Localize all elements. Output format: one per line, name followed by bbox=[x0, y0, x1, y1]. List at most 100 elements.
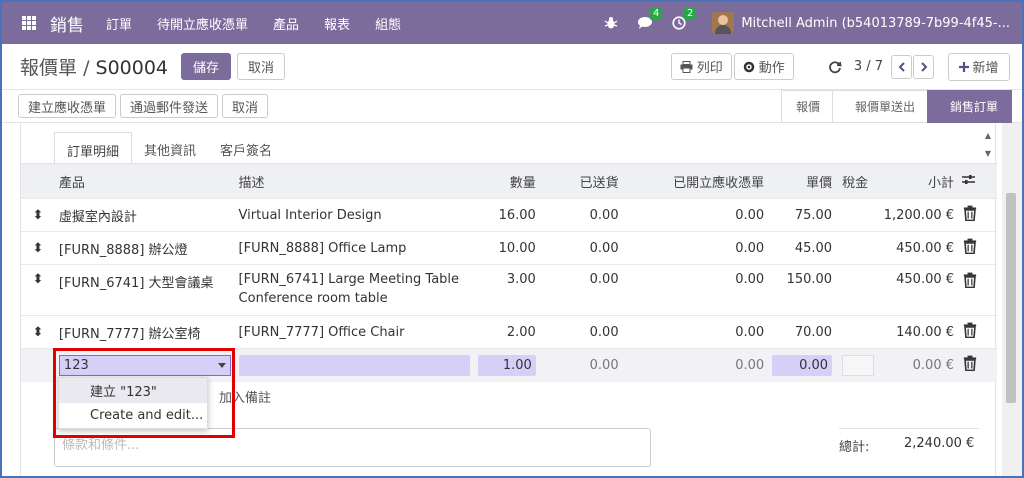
cell-unit-price[interactable]: 150.00 bbox=[768, 264, 837, 316]
cell-taxes[interactable] bbox=[836, 231, 879, 265]
bug-icon[interactable] bbox=[600, 12, 622, 34]
tab-order-lines[interactable]: 訂單明細 bbox=[54, 132, 133, 164]
cell-product[interactable]: 虛擬室內設計 bbox=[54, 198, 235, 232]
delete-line-button[interactable] bbox=[958, 264, 997, 316]
table-row[interactable]: ⬍ [FURN_6741] 大型會議桌 [FURN_6741] Large Me… bbox=[21, 264, 997, 316]
add-note-link[interactable]: 加入備註 bbox=[219, 387, 271, 406]
cell-unit-price[interactable]: 45.00 bbox=[768, 231, 837, 265]
user-menu[interactable]: Mitchell Admin (b54013789-7b99-4f45-... bbox=[741, 16, 1010, 31]
tab-customer-signature[interactable]: 客戶簽名 bbox=[208, 132, 284, 164]
menu-to-invoice[interactable]: 待開立應收憑單 bbox=[157, 14, 248, 33]
cell-delivered: 0.00 bbox=[539, 348, 623, 382]
column-header-subtotal[interactable]: 小計 bbox=[878, 163, 959, 199]
column-header-description[interactable]: 描述 bbox=[234, 163, 474, 199]
table-row[interactable]: ⬍ [FURN_8888] 辦公燈 [FURN_8888] Office Lam… bbox=[21, 231, 997, 265]
unit-price-input[interactable]: 0.00 bbox=[772, 354, 833, 376]
delete-line-button[interactable] bbox=[958, 315, 997, 349]
save-button[interactable]: 儲存 bbox=[181, 53, 232, 80]
cell-product[interactable]: [FURN_7777] 辦公室椅 bbox=[54, 315, 235, 349]
drag-handle-icon[interactable]: ⬍ bbox=[21, 198, 55, 232]
terms-and-conditions-field[interactable]: 條款和條件... bbox=[54, 428, 651, 467]
pager-next-button[interactable] bbox=[913, 54, 934, 79]
pager-prev-button[interactable] bbox=[891, 54, 912, 79]
caret-down-icon[interactable] bbox=[217, 362, 226, 368]
apps-grid-icon[interactable] bbox=[22, 16, 36, 30]
app-brand[interactable]: 銷售 bbox=[50, 11, 84, 36]
breadcrumb-separator: / bbox=[83, 57, 90, 79]
cell-delivered[interactable]: 0.00 bbox=[539, 198, 623, 232]
optional-columns-toggle[interactable] bbox=[958, 163, 997, 199]
pager-value[interactable]: 3 / 7 bbox=[854, 59, 883, 74]
cell-unit-price[interactable]: 75.00 bbox=[768, 198, 837, 232]
cell-description[interactable]: Virtual Interior Design bbox=[234, 198, 474, 232]
table-row[interactable]: ⬍ [FURN_7777] 辦公室椅 [FURN_7777] Office Ch… bbox=[21, 315, 997, 349]
column-header-unit-price[interactable]: 單價 bbox=[768, 163, 837, 199]
cell-taxes[interactable] bbox=[836, 198, 879, 232]
breadcrumb-parent[interactable]: 報價單 bbox=[20, 57, 77, 79]
stage-quotation[interactable]: 報價 bbox=[780, 89, 832, 123]
menu-configuration[interactable]: 組態 bbox=[375, 14, 401, 33]
cell-subtotal: 1,200.00 € bbox=[878, 198, 959, 232]
drag-handle-icon[interactable]: ⬍ bbox=[21, 264, 55, 316]
cell-quantity[interactable]: 16.00 bbox=[473, 198, 540, 232]
cell-product[interactable]: [FURN_6741] 大型會議桌 bbox=[54, 264, 235, 316]
cell-quantity[interactable]: 3.00 bbox=[473, 264, 540, 316]
create-and-edit-option[interactable]: Create and edit... bbox=[59, 403, 207, 428]
discard-button[interactable]: 取消 bbox=[237, 53, 286, 80]
column-header-quantity[interactable]: 數量 bbox=[473, 163, 540, 199]
column-header-product[interactable]: 產品 bbox=[54, 163, 235, 199]
create-invoice-button[interactable]: 建立應收憑單 bbox=[18, 94, 117, 118]
new-button[interactable]: 新增 bbox=[948, 52, 1010, 81]
cell-invoiced: 0.00 bbox=[622, 264, 769, 316]
cell-quantity-editor[interactable]: 1.00 bbox=[473, 348, 540, 382]
inner-scroll-down-icon[interactable]: ▼ bbox=[981, 149, 995, 159]
print-button[interactable]: 列印 bbox=[670, 53, 732, 80]
create-option[interactable]: 建立 "123" bbox=[59, 378, 207, 403]
menu-reporting[interactable]: 報表 bbox=[324, 14, 350, 33]
cell-unit-price-editor[interactable]: 0.00 bbox=[768, 348, 837, 382]
tab-other-info[interactable]: 其他資訊 bbox=[132, 132, 208, 164]
cell-delivered[interactable]: 0.00 bbox=[539, 315, 623, 349]
menu-products[interactable]: 產品 bbox=[273, 14, 299, 33]
cell-quantity[interactable]: 2.00 bbox=[473, 315, 540, 349]
quantity-input[interactable]: 1.00 bbox=[477, 354, 536, 376]
gear-icon bbox=[743, 61, 755, 72]
column-header-delivered[interactable]: 已送貨 bbox=[539, 163, 623, 199]
send-by-email-button[interactable]: 通過郵件發送 bbox=[120, 94, 219, 118]
clock-icon[interactable]: 2 bbox=[668, 8, 697, 34]
menu-orders[interactable]: 訂單 bbox=[106, 14, 132, 33]
cell-description[interactable]: [FURN_7777] Office Chair bbox=[234, 315, 474, 349]
cell-taxes[interactable] bbox=[836, 264, 879, 316]
avatar[interactable] bbox=[712, 12, 735, 34]
delete-line-button[interactable] bbox=[958, 348, 997, 382]
cell-description[interactable]: [FURN_6741] Large Meeting Table Conferen… bbox=[234, 264, 474, 316]
delete-line-button[interactable] bbox=[958, 231, 997, 265]
description-input[interactable] bbox=[238, 354, 470, 376]
page-scrollbar[interactable] bbox=[1002, 123, 1022, 476]
chat-icon[interactable]: 4 bbox=[634, 8, 663, 34]
cell-description-editor[interactable] bbox=[234, 348, 474, 382]
stage-quotation-sent[interactable]: 報價單送出 bbox=[831, 89, 927, 123]
column-header-invoiced[interactable]: 已開立應收憑單 bbox=[622, 163, 769, 199]
cell-description[interactable]: [FURN_8888] Office Lamp bbox=[234, 231, 474, 265]
inner-scroll-up-icon[interactable]: ▲ bbox=[981, 131, 995, 141]
cell-unit-price[interactable]: 70.00 bbox=[768, 315, 837, 349]
product-input[interactable]: 123 bbox=[58, 354, 231, 376]
refresh-icon[interactable] bbox=[828, 60, 842, 74]
drag-handle-icon[interactable]: ⬍ bbox=[21, 315, 55, 349]
scrollbar-thumb[interactable] bbox=[1006, 193, 1016, 403]
cell-taxes[interactable] bbox=[836, 315, 879, 349]
action-button[interactable]: 動作 bbox=[733, 53, 794, 80]
cancel-order-button[interactable]: 取消 bbox=[222, 94, 269, 118]
cell-product[interactable]: [FURN_8888] 辦公燈 bbox=[54, 231, 235, 265]
drag-handle-icon[interactable]: ⬍ bbox=[21, 231, 55, 265]
cell-delivered[interactable]: 0.00 bbox=[539, 264, 623, 316]
cell-quantity[interactable]: 10.00 bbox=[473, 231, 540, 265]
cell-taxes-editor[interactable] bbox=[836, 348, 879, 382]
taxes-input[interactable] bbox=[842, 354, 875, 376]
cell-delivered[interactable]: 0.00 bbox=[539, 231, 623, 265]
table-row[interactable]: ⬍ 虛擬室內設計 Virtual Interior Design 16.00 0… bbox=[21, 198, 997, 232]
delete-line-button[interactable] bbox=[958, 198, 997, 232]
column-header-taxes[interactable]: 稅金 bbox=[836, 163, 879, 199]
stage-sales-order[interactable]: 銷售訂單 bbox=[926, 89, 1012, 123]
